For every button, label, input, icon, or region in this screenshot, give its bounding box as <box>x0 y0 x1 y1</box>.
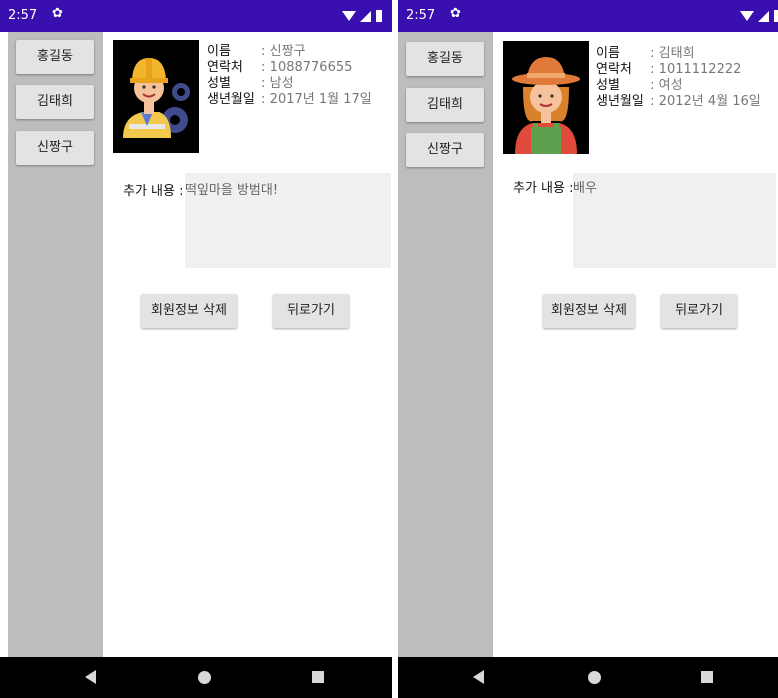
navigation-bar <box>0 657 392 698</box>
member-button-shin[interactable]: 신짱구 <box>406 133 484 167</box>
info-row-name: 이름 : 김태희 <box>596 46 761 62</box>
birth-value: 2017년 1월 17일 <box>269 92 372 107</box>
gender-value: 여성 <box>658 78 683 93</box>
name-value: 김태희 <box>658 46 695 61</box>
delete-member-button[interactable]: 회원정보 삭제 <box>141 294 237 328</box>
member-sidebar: 홍길동 김태희 신짱구 <box>398 32 493 657</box>
name-label: 이름 <box>207 44 231 59</box>
gender-label: 성별 <box>207 76 231 91</box>
gender-label: 성별 <box>596 78 620 93</box>
info-row-contact: 연락처 : 1011112222 <box>596 62 761 78</box>
info-row-gender: 성별 : 남성 <box>207 76 372 92</box>
nav-recents-icon[interactable] <box>312 671 324 683</box>
member-button-shin[interactable]: 신짱구 <box>16 131 94 165</box>
separator: : <box>261 44 266 59</box>
member-button-kim[interactable]: 김태희 <box>406 88 484 122</box>
member-detail-panel: 이름 : 신짱구 연락처 : 1088776655 성별 : 남성 생년월일 :… <box>103 32 392 657</box>
separator: : <box>261 76 266 91</box>
signal-icon <box>360 11 371 22</box>
status-icons <box>342 10 382 22</box>
name-label: 이름 <box>596 46 620 61</box>
wifi-icon <box>740 11 754 21</box>
contact-value: 1088776655 <box>269 60 353 75</box>
gear-icon: ✿ <box>450 6 461 21</box>
info-row-birth: 생년월일 : 2012년 4월 16일 <box>596 94 761 110</box>
memo-value: 배우 <box>573 181 597 196</box>
battery-icon <box>774 10 778 22</box>
status-bar: 2:57 ✿ <box>398 0 778 32</box>
nav-home-icon[interactable] <box>588 671 601 684</box>
separator: : <box>650 62 655 77</box>
member-sidebar: 홍길동 김태희 신짱구 <box>8 32 103 657</box>
gender-value: 남성 <box>269 76 294 91</box>
member-button-hong[interactable]: 홍길동 <box>16 40 94 74</box>
phone-screen-1: 2:57 ✿ 홍길동 김태희 신짱구 이름: 신짱구 연락처: 108877… <box>0 0 392 698</box>
navigation-bar <box>398 657 778 698</box>
info-row-name: 이름 : 신짱구 <box>207 44 372 60</box>
member-info: 이름 : 김태희 연락처 : 1011112222 성별 : 여성 생년월일 :… <box>596 46 761 110</box>
separator: : <box>261 60 266 75</box>
contact-label: 연락처 <box>596 62 632 77</box>
memo-value: 떡잎마을 방범대! <box>185 183 279 198</box>
info-row-contact: 연락처 : 1088776655 <box>207 60 372 76</box>
separator: : <box>650 78 655 93</box>
memo-field[interactable]: 배우 <box>573 173 776 268</box>
construction-worker-avatar-icon <box>113 40 199 153</box>
farmer-woman-avatar-icon <box>503 41 589 154</box>
nav-back-icon[interactable] <box>473 670 484 684</box>
wifi-icon <box>342 11 356 21</box>
memo-label: 추가 내용 : <box>513 181 574 196</box>
birth-label: 생년월일 <box>207 92 255 107</box>
separator: : <box>650 94 655 109</box>
nav-back-icon[interactable] <box>85 670 96 684</box>
contact-label: 연락처 <box>207 60 243 75</box>
nav-recents-icon[interactable] <box>701 671 713 683</box>
status-time: 2:57 <box>406 8 436 23</box>
status-icons <box>740 10 778 22</box>
info-row-birth: 생년월일 : 2017년 1월 17일 <box>207 92 372 108</box>
name-value: 신짱구 <box>269 44 306 59</box>
separator: : <box>261 92 266 107</box>
back-button[interactable]: 뒤로가기 <box>273 294 349 328</box>
gear-icon: ✿ <box>52 6 63 21</box>
back-button[interactable]: 뒤로가기 <box>661 294 737 328</box>
nav-home-icon[interactable] <box>198 671 211 684</box>
member-detail-panel: 이름 : 김태희 연락처 : 1011112222 성별 : 여성 생년월일 :… <box>493 32 778 657</box>
battery-icon <box>376 10 382 22</box>
signal-icon <box>758 11 769 22</box>
status-time: 2:57 <box>8 8 38 23</box>
member-button-hong[interactable]: 홍길동 <box>406 42 484 76</box>
member-info: 이름 : 신짱구 연락처 : 1088776655 성별 : 남성 생년월일 :… <box>207 44 372 108</box>
phone-screen-2: 2:57 ✿ 홍길동 김태희 신짱구 이름: 김태희 연락처: 101111… <box>398 0 778 698</box>
birth-label: 생년월일 <box>596 94 644 109</box>
info-row-gender: 성별 : 여성 <box>596 78 761 94</box>
delete-member-button[interactable]: 회원정보 삭제 <box>543 294 635 328</box>
member-button-kim[interactable]: 김태희 <box>16 85 94 119</box>
contact-value: 1011112222 <box>658 62 742 77</box>
separator: : <box>650 46 655 61</box>
memo-label: 추가 내용 : <box>123 184 184 199</box>
memo-field[interactable]: 떡잎마을 방범대! <box>185 173 391 268</box>
birth-value: 2012년 4월 16일 <box>658 94 761 109</box>
status-bar: 2:57 ✿ <box>0 0 392 32</box>
